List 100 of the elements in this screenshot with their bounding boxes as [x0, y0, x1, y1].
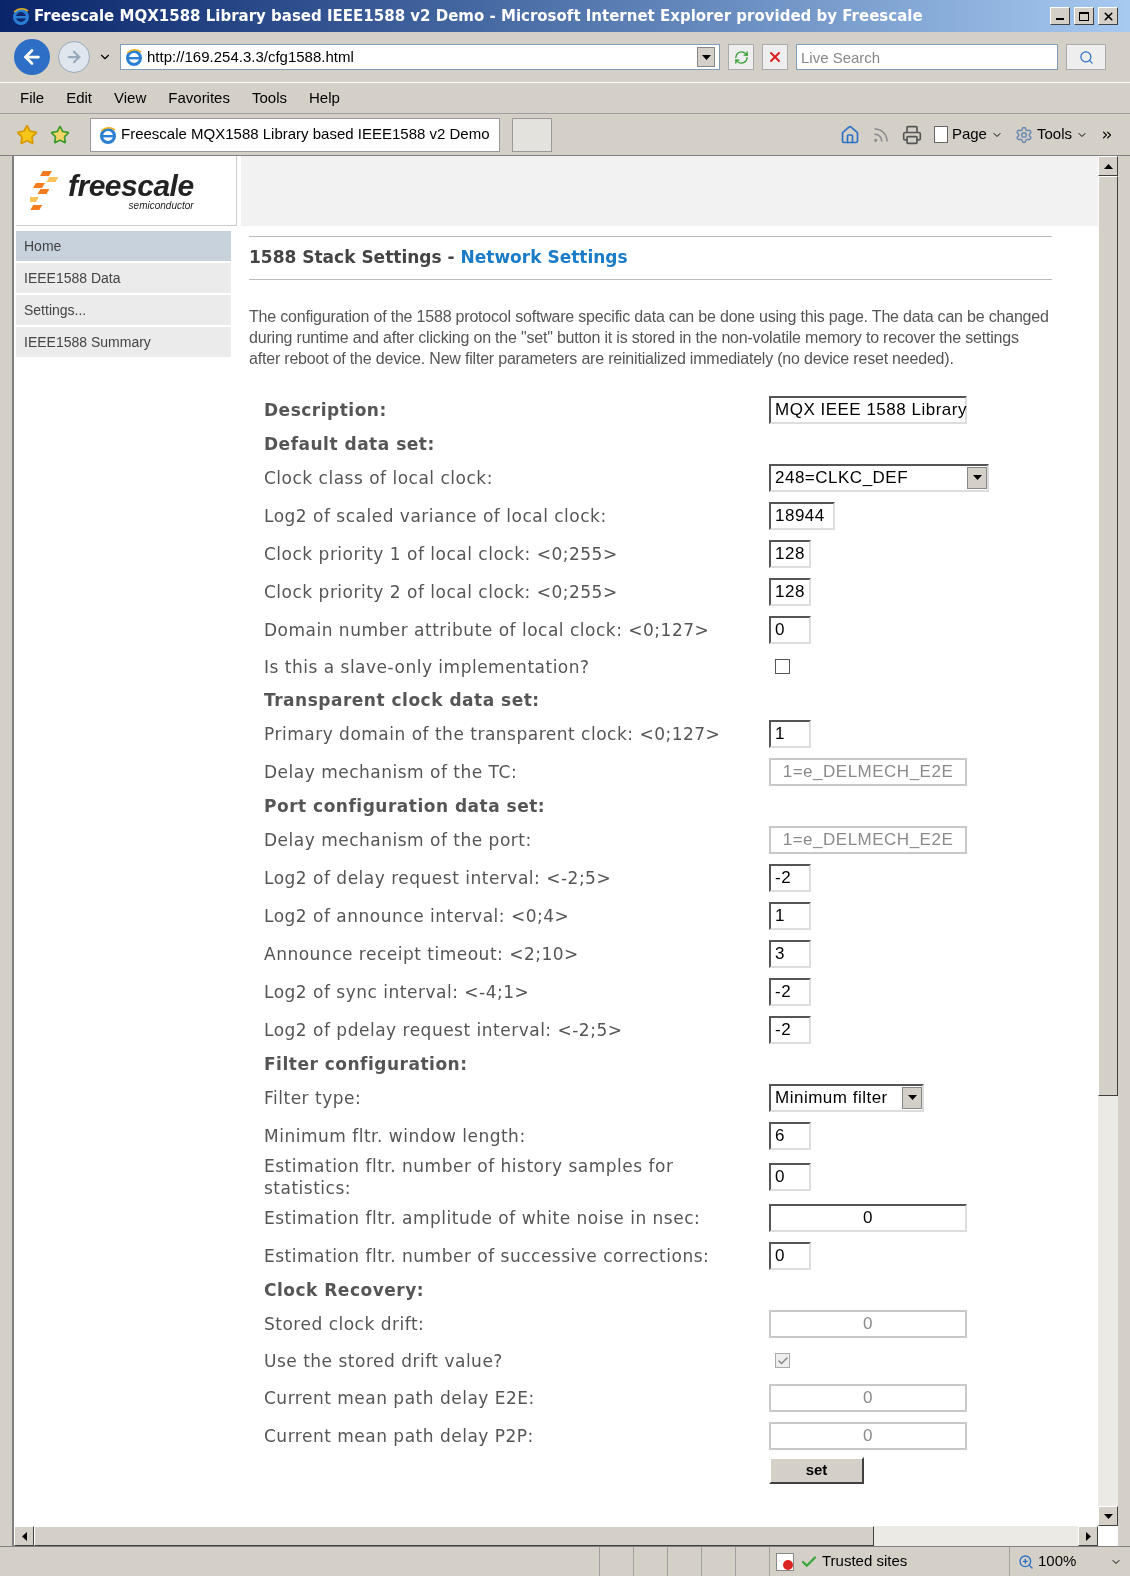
security-zone: Trusted sites — [822, 1551, 908, 1572]
command-button[interactable]: Page — [933, 123, 1003, 146]
back-button[interactable] — [14, 39, 50, 75]
dropdown-arrow-icon — [907, 1095, 917, 1100]
input-field[interactable]: MQX IEEE 1588 Library — [769, 395, 967, 424]
field-label: Description: — [264, 398, 388, 421]
scroll-down-icon — [1103, 1513, 1113, 1519]
section-heading: Port configuration data set: — [264, 794, 546, 817]
input-field[interactable]: 1 — [769, 719, 811, 748]
field-label: Announce receipt timeout: <2;10> — [264, 942, 580, 965]
horizontal-scrollbar[interactable] — [14, 1526, 1098, 1546]
forward-arrow-icon — [65, 48, 83, 66]
field-label: Log2 of sync interval: <-4;1> — [264, 980, 531, 1003]
popup-blocked-icon[interactable] — [776, 1552, 794, 1571]
page-icon — [933, 126, 948, 143]
input-field[interactable]: -2 — [769, 977, 811, 1006]
field-label: Stored clock drift: — [264, 1312, 426, 1335]
input-field[interactable]: 0 — [769, 1162, 811, 1191]
field-label: Delay mechanism of the port: — [264, 828, 533, 851]
field-label: Delay mechanism of the TC: — [264, 760, 519, 783]
stop-icon — [767, 49, 783, 65]
close-icon — [1101, 9, 1115, 23]
input-field[interactable]: 1 — [769, 901, 811, 930]
refresh-button[interactable] — [728, 44, 754, 70]
stop-button[interactable] — [762, 44, 788, 70]
section-heading: Filter configuration: — [264, 1052, 468, 1075]
input-field[interactable]: 128 — [769, 539, 811, 568]
dropdown-arrow-icon — [972, 475, 982, 480]
sidebar-item[interactable]: IEEE1588 Summary — [16, 327, 231, 357]
field-label: Clock class of local clock: — [264, 466, 494, 489]
sidebar-item[interactable]: Settings... — [16, 295, 231, 325]
window-title: Freescale MQX1588 Library based IEEE1588 v2 Demo - Microsoft Internet Explorer provided by Freescale — [34, 5, 924, 27]
menu-item[interactable]: Tools — [251, 86, 287, 110]
input-field[interactable]: -2 — [769, 863, 811, 892]
home-icon[interactable] — [839, 124, 860, 145]
address-dropdown-icon — [701, 54, 711, 60]
menu-item[interactable]: Favorites — [168, 86, 230, 110]
browser-logo-icon — [99, 125, 117, 144]
section-heading: Default data set: — [264, 432, 435, 455]
scroll-left-icon — [21, 1531, 27, 1541]
input-field[interactable]: 0 — [769, 615, 811, 644]
search-icon — [1078, 49, 1094, 65]
field-label: Domain number attribute of local clock: <0;127> — [264, 618, 711, 641]
search-button[interactable] — [1066, 44, 1106, 70]
section-heading: Transparent clock data set: — [264, 688, 540, 711]
vertical-scrollbar[interactable] — [1098, 156, 1118, 1526]
field-label: Clock priority 1 of local clock: <0;255> — [264, 542, 619, 565]
search-field[interactable]: Live Search — [796, 44, 1058, 70]
menu-item[interactable]: Edit — [66, 86, 93, 110]
field-label: Clock priority 2 of local clock: <0;255> — [264, 580, 619, 603]
page-heading: 1588 Stack Settings - Network Settings — [249, 247, 628, 267]
zoom-icon — [1018, 1553, 1034, 1570]
maximize-icon — [1079, 11, 1089, 21]
checkbox[interactable] — [775, 659, 790, 674]
input-field[interactable]: 18944 — [769, 501, 835, 530]
field-label: Current mean path delay P2P: — [264, 1424, 535, 1447]
field-label: Log2 of announce interval: <0;4> — [264, 904, 571, 927]
set-button[interactable]: set — [769, 1456, 864, 1484]
menu-item[interactable]: Help — [309, 86, 340, 110]
field-label: Log2 of scaled variance of local clock: — [264, 504, 608, 527]
menu-item[interactable]: View — [114, 86, 147, 110]
maximize-button[interactable] — [1074, 7, 1094, 25]
address-field[interactable]: http://169.254.3.3/cfg1588.html — [120, 44, 720, 70]
logo-wordmark: freescale — [68, 170, 194, 201]
scroll-up-icon — [1103, 163, 1113, 169]
sidebar-item[interactable]: IEEE1588 Data — [16, 263, 231, 293]
scroll-right-icon — [1085, 1531, 1091, 1541]
sidebar-item[interactable]: Home — [16, 231, 231, 261]
input-field[interactable]: 0 — [769, 1203, 967, 1232]
refresh-icon — [733, 49, 749, 65]
field-label: Current mean path delay E2E: — [264, 1386, 536, 1409]
command-button[interactable]: Tools — [1014, 123, 1088, 146]
input-field[interactable]: 6 — [769, 1121, 811, 1150]
browser-logo-icon — [125, 48, 143, 66]
input-field[interactable]: 0 — [769, 1241, 811, 1270]
add-favorite-icon[interactable] — [50, 124, 70, 145]
logo-tagline: semiconductor — [128, 200, 194, 211]
dropdown[interactable]: Minimum filter — [769, 1083, 924, 1112]
field-label: Primary domain of the transparent clock: <0;127> — [264, 722, 722, 745]
dropdown[interactable]: 248=CLKC_DEF — [769, 463, 989, 492]
field-label: Is this a slave-only implementation? — [264, 655, 591, 678]
input-field[interactable]: 128 — [769, 577, 811, 606]
field-label: Use the stored drift value? — [264, 1349, 504, 1372]
field-label: Estimation fltr. number of history samples for statistics: — [264, 1154, 675, 1199]
input-field[interactable]: -2 — [769, 1015, 811, 1044]
close-button[interactable] — [1098, 7, 1118, 25]
print-icon[interactable] — [901, 124, 922, 145]
browser-logo-icon — [12, 7, 30, 25]
field-label: Log2 of pdelay request interval: <-2;5> — [264, 1018, 624, 1041]
menu-item[interactable]: File — [20, 86, 45, 110]
minimize-button[interactable] — [1050, 7, 1070, 25]
minimize-icon — [1056, 18, 1064, 20]
zoom-control[interactable]: 100% — [1010, 1550, 1130, 1573]
gear-icon — [1014, 125, 1033, 144]
section-heading: Clock Recovery: — [264, 1278, 425, 1301]
browser-tab[interactable]: Freescale MQX1588 Library based IEEE1588 v2 Demo — [90, 117, 500, 152]
field-label: Log2 of delay request interval: <-2;5> — [264, 866, 613, 889]
field-label: Minimum fltr. window length: — [264, 1124, 527, 1147]
input-field[interactable]: 3 — [769, 939, 811, 968]
field-label: Estimation fltr. amplitude of white noise in nsec: — [264, 1206, 702, 1229]
